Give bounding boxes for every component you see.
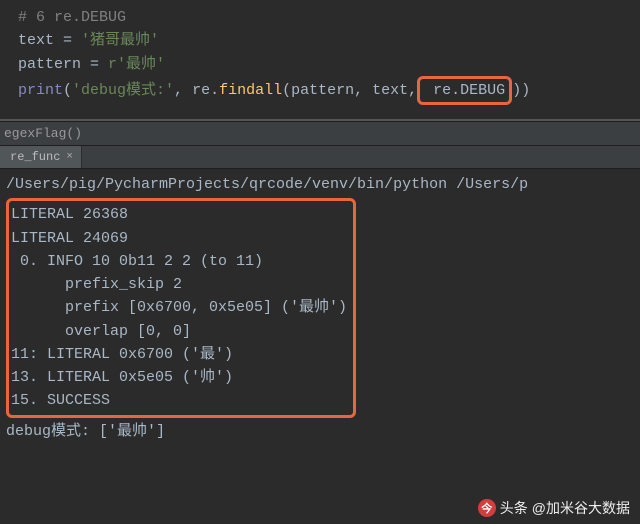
close-icon[interactable]: × — [66, 151, 73, 163]
code-line-2: text = '猪哥最帅' — [18, 29, 640, 52]
output-line: overlap [0, 0] — [11, 320, 347, 343]
output-line: 13. LITERAL 0x5e05 ('帅') — [11, 366, 347, 389]
run-console[interactable]: /Users/pig/PycharmProjects/qrcode/venv/b… — [0, 169, 640, 447]
watermark-author: @加米谷大数据 — [532, 498, 630, 518]
debug-flag-highlight: re.DEBUG — [417, 76, 512, 105]
code-line-3: pattern = r'最帅' — [18, 53, 640, 76]
output-line: 11: LITERAL 0x6700 ('最') — [11, 343, 347, 366]
tab-re-func[interactable]: re_func × — [0, 146, 82, 168]
code-line-4: print('debug模式:', re.findall(pattern, te… — [18, 76, 640, 105]
output-line: LITERAL 26368 — [11, 203, 347, 226]
breadcrumb[interactable]: egexFlag() — [0, 121, 640, 146]
output-line: prefix_skip 2 — [11, 273, 347, 296]
console-tab-bar: re_func × — [0, 146, 640, 169]
code-line-comment: # 6 re.DEBUG — [18, 6, 640, 29]
tab-label: re_func — [10, 150, 60, 164]
debug-output-highlight: LITERAL 26368 LITERAL 24069 0. INFO 10 0… — [6, 198, 356, 417]
code-editor[interactable]: # 6 re.DEBUG text = '猪哥最帅' pattern = r'最… — [0, 0, 640, 115]
output-line: 15. SUCCESS — [11, 389, 347, 412]
interpreter-path: /Users/pig/PycharmProjects/qrcode/venv/b… — [6, 173, 634, 198]
print-result: debug模式: ['最帅'] — [6, 418, 634, 443]
output-line: 0. INFO 10 0b11 2 2 (to 11) — [11, 250, 347, 273]
watermark-label: 头条 — [500, 498, 528, 518]
breadcrumb-text: egexFlag() — [4, 126, 82, 141]
watermark-logo-icon: 今 — [478, 499, 496, 517]
output-line: prefix [0x6700, 0x5e05] ('最帅') — [11, 296, 347, 319]
output-line: LITERAL 24069 — [11, 227, 347, 250]
watermark: 今 头条 @加米谷大数据 — [478, 498, 630, 518]
